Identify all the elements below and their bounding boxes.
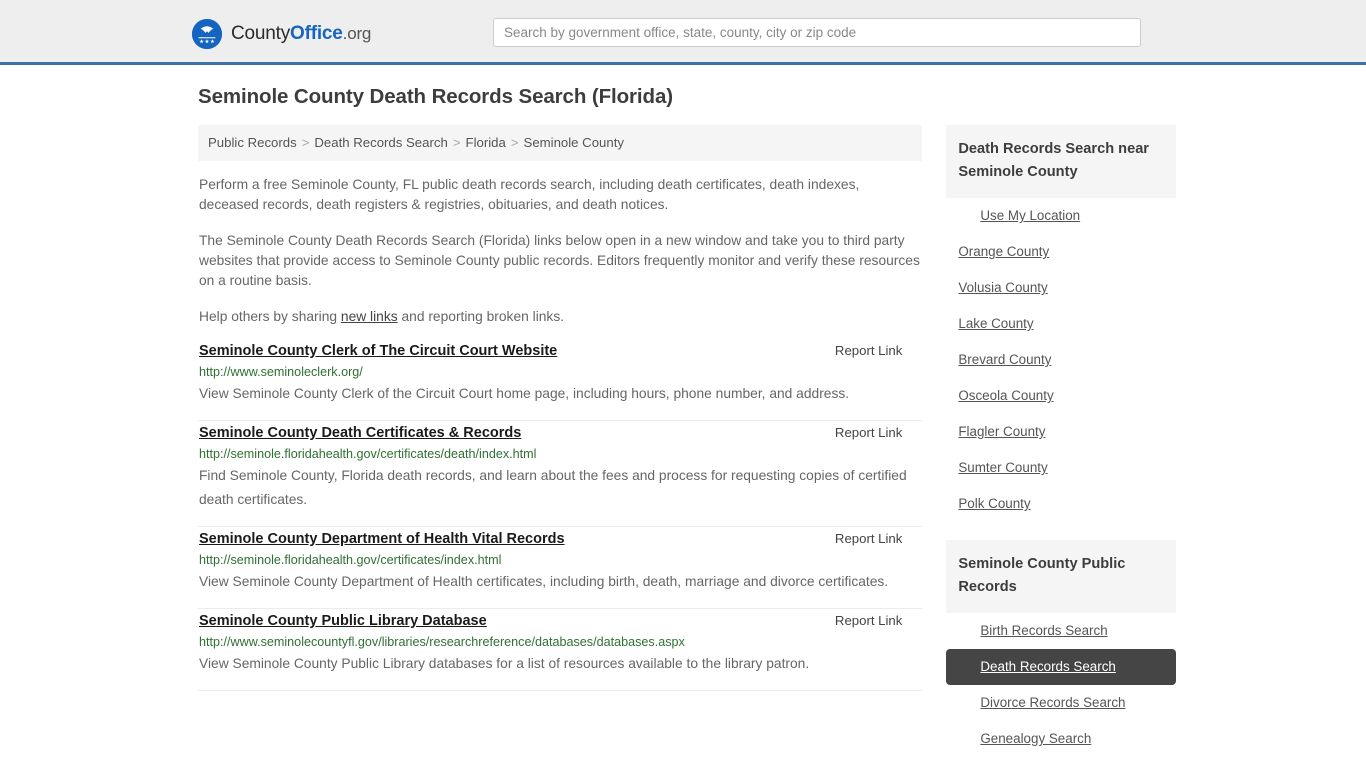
sidebar-link-polk-county[interactable]: Polk County (946, 486, 1176, 522)
result-list: Seminole County Clerk of The Circuit Cou… (198, 343, 923, 691)
main-column: Public Records > Death Records Search > Flor… (198, 125, 923, 695)
search-bar (493, 18, 1141, 47)
sidebar-item-birth-records-search[interactable]: Birth Records Search (946, 613, 1176, 649)
sidebar-public-records-list: Birth Records Search Death Records Searc… (946, 613, 1176, 768)
result-description: Find Seminole County, Florida death reco… (199, 467, 907, 507)
report-link-button[interactable]: Report Link (835, 613, 922, 628)
result-title-link[interactable]: Seminole County Public Library Database (198, 613, 487, 629)
result-item: Seminole County Department of Health Vit… (198, 531, 923, 609)
intro-paragraph-3: Help others by sharing new links and rep… (198, 307, 922, 327)
result-description: View Seminole County Department of Healt… (199, 573, 889, 589)
sidebar-link-osceola-county[interactable]: Osceola County (946, 378, 1176, 414)
intro-paragraph-2: The Seminole County Death Records Search… (199, 232, 920, 288)
breadcrumb-separator: > (301, 135, 310, 150)
sidebar-item-osceola-county[interactable]: Osceola County (946, 378, 1176, 414)
sidebar-item-death-records-search[interactable]: Death Records Search (946, 649, 1176, 685)
sidebar-link-divorce-records-search[interactable]: Divorce Records Search (946, 685, 1176, 721)
result-description: View Seminole County Clerk of the Circui… (199, 385, 850, 401)
sidebar-link-use-my-location[interactable]: Use My Location (946, 198, 1176, 234)
report-link-button[interactable]: Report Link (835, 343, 922, 358)
report-link-button[interactable]: Report Link (835, 531, 922, 546)
site-header: CountyOffice.org (0, 0, 1366, 65)
sidebar-heading-public-records: Seminole County Public Records (946, 540, 1176, 613)
sidebar-item-divorce-records-search[interactable]: Divorce Records Search (946, 685, 1176, 721)
page-title: Seminole County Death Records Search (Fl… (198, 85, 673, 108)
report-link-button[interactable]: Report Link (835, 425, 922, 440)
result-item: Seminole County Clerk of The Circuit Cou… (198, 343, 923, 421)
sidebar-block-public-records: Seminole County Public Records Birth Rec… (946, 540, 1176, 768)
logo-word-county: County (231, 23, 291, 44)
sidebar-link-lake-county[interactable]: Lake County (946, 306, 1176, 342)
sidebar-item-volusia-county[interactable]: Volusia County (946, 270, 1176, 306)
logo-word-office: Office (290, 23, 343, 44)
result-title-link[interactable]: Seminole County Death Certificates & Rec… (198, 425, 521, 441)
sidebar-block-nearby: Death Records Search near Seminole Count… (946, 125, 1176, 522)
search-input[interactable] (493, 18, 1141, 47)
result-title-link[interactable]: Seminole County Department of Health Vit… (198, 531, 565, 547)
sidebar-item-flagler-county[interactable]: Flagler County (946, 414, 1176, 450)
breadcrumb-item-florida[interactable]: Florida (466, 135, 506, 150)
result-url[interactable]: http://www.seminoleclerk.org/ (198, 365, 922, 379)
sidebar-item-polk-county[interactable]: Polk County (946, 486, 1176, 522)
result-header-row: Seminole County Clerk of The Circuit Cou… (198, 343, 922, 359)
result-url[interactable]: http://www.seminolecountyfl.gov/librarie… (198, 635, 922, 649)
result-header-row: Seminole County Department of Health Vit… (198, 531, 922, 547)
sidebar-item-marriage-records-search[interactable]: Marriage Records Search (946, 757, 1176, 768)
sidebar-link-volusia-county[interactable]: Volusia County (946, 270, 1176, 306)
two-column-layout: Public Records > Death Records Search > Flor… (190, 125, 1176, 768)
sidebar-link-birth-records-search[interactable]: Birth Records Search (946, 613, 1176, 649)
site-logo-text: CountyOffice.org (231, 19, 371, 49)
result-item: Seminole County Death Certificates & Rec… (198, 425, 923, 527)
sidebar-item-brevard-county[interactable]: Brevard County (946, 342, 1176, 378)
result-header-row: Seminole County Public Library Database … (198, 613, 922, 629)
breadcrumb-item-seminole-county: Seminole County (523, 135, 624, 150)
breadcrumb: Public Records > Death Records Search > Flor… (198, 125, 923, 161)
share-text-before: Help others by sharing (199, 308, 341, 324)
sidebar-item-lake-county[interactable]: Lake County (946, 306, 1176, 342)
share-text-after: and reporting broken links. (397, 308, 565, 324)
result-url[interactable]: http://seminole.floridahealth.gov/certif… (198, 447, 922, 461)
sidebar-link-genealogy-search[interactable]: Genealogy Search (946, 721, 1176, 757)
sidebar: Death Records Search near Seminole Count… (946, 125, 1176, 768)
sidebar-item-sumter-county[interactable]: Sumter County (946, 450, 1176, 486)
result-title-link[interactable]: Seminole County Clerk of The Circuit Cou… (198, 343, 557, 359)
eagle-shield-logo-icon (192, 19, 222, 49)
sidebar-link-flagler-county[interactable]: Flagler County (946, 414, 1176, 450)
sidebar-nearby-list: Use My Location Orange County Volusia Co… (946, 198, 1176, 522)
result-url[interactable]: http://seminole.floridahealth.gov/certif… (198, 553, 922, 567)
breadcrumb-separator: > (452, 135, 461, 150)
breadcrumb-separator: > (510, 135, 519, 150)
sidebar-link-death-records-search[interactable]: Death Records Search (946, 649, 1176, 685)
breadcrumb-item-public-records[interactable]: Public Records (208, 135, 297, 150)
content-container: Seminole County Death Records Search (Fl… (190, 85, 1176, 768)
page-body: Seminole County Death Records Search (Fl… (0, 65, 1366, 768)
logo-tld: .org (342, 24, 372, 43)
sidebar-item-use-my-location[interactable]: Use My Location (946, 198, 1176, 234)
sidebar-link-sumter-county[interactable]: Sumter County (946, 450, 1176, 486)
breadcrumb-item-death-records-search[interactable]: Death Records Search (314, 135, 447, 150)
intro-paragraph-1: Perform a free Seminole County, FL publi… (199, 176, 860, 212)
site-logo-link[interactable]: CountyOffice.org (192, 18, 371, 50)
sidebar-link-brevard-county[interactable]: Brevard County (946, 342, 1176, 378)
result-item: Seminole County Public Library Database … (198, 613, 923, 691)
sidebar-link-orange-county[interactable]: Orange County (946, 234, 1176, 270)
result-description: View Seminole County Public Library data… (199, 655, 810, 671)
sidebar-link-marriage-records-search[interactable]: Marriage Records Search (946, 757, 1176, 768)
result-header-row: Seminole County Death Certificates & Rec… (198, 425, 922, 441)
new-links-link[interactable]: new links (341, 309, 398, 324)
sidebar-heading-nearby: Death Records Search near Seminole Count… (946, 125, 1176, 198)
sidebar-item-genealogy-search[interactable]: Genealogy Search (946, 721, 1176, 757)
sidebar-item-orange-county[interactable]: Orange County (946, 234, 1176, 270)
